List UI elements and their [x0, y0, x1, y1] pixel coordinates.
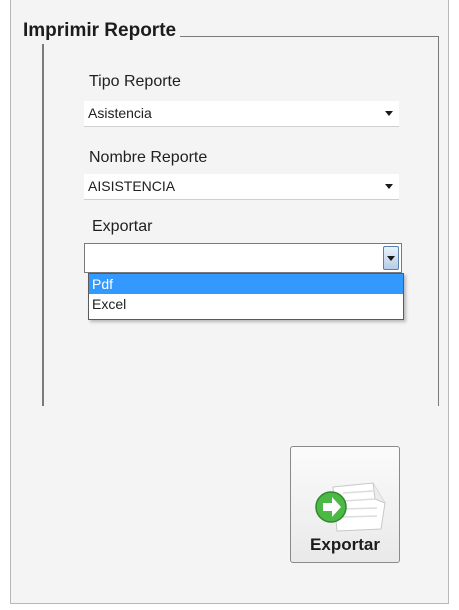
dropdown-button[interactable] — [383, 246, 399, 270]
nombre-reporte-label: Nombre Reporte — [89, 149, 208, 166]
tipo-reporte-combo[interactable]: Asistencia — [84, 101, 399, 127]
nombre-reporte-combo[interactable]: AISISTENCIA — [84, 174, 399, 200]
option-excel[interactable]: Excel — [89, 294, 403, 314]
option-pdf[interactable]: Pdf — [89, 274, 403, 294]
chevron-down-icon — [387, 256, 395, 261]
tipo-reporte-label: Tipo Reporte — [89, 73, 181, 90]
exportar-button-label: Exportar — [310, 535, 380, 554]
exportar-label: Exportar — [92, 218, 153, 235]
exportar-button[interactable]: Exportar — [290, 446, 400, 563]
exportar-dropdown-list: Pdf Excel — [88, 273, 404, 320]
chevron-down-icon[interactable] — [385, 184, 393, 189]
chevron-down-icon[interactable] — [385, 111, 393, 116]
export-arrow-icon — [315, 482, 386, 532]
group-title: Imprimir Reporte — [21, 18, 181, 44]
nombre-reporte-value: AISISTENCIA — [88, 178, 176, 194]
tipo-reporte-value: Asistencia — [88, 105, 152, 121]
exportar-combo[interactable] — [84, 243, 402, 273]
